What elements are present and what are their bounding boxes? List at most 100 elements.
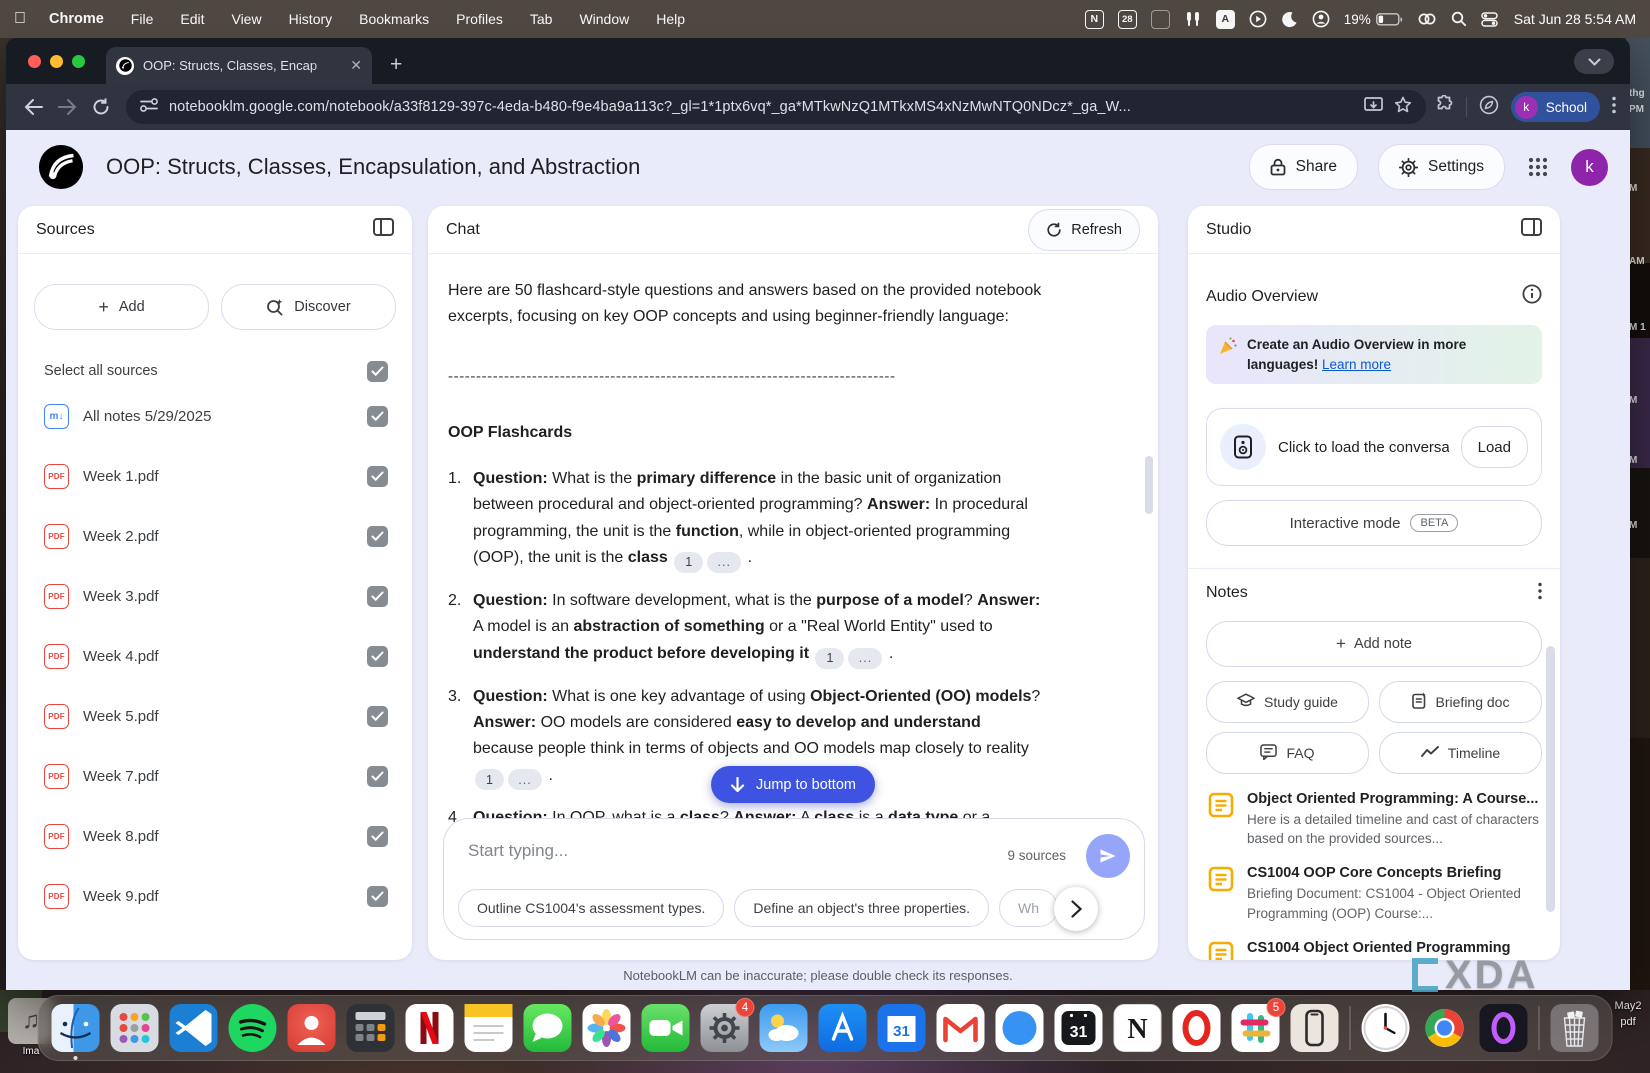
desktop-pdf-file-label[interactable]: May2pdf: [1606, 998, 1650, 1030]
zoom-window-button[interactable]: [72, 55, 85, 68]
source-checkbox[interactable]: [367, 406, 388, 427]
interactive-mode-button[interactable]: Interactive mode BETA: [1206, 500, 1542, 546]
source-row[interactable]: PDFWeek 8.pdf: [34, 806, 396, 866]
citation-chip[interactable]: 1: [815, 648, 844, 669]
url-text[interactable]: notebooklm.google.com/notebook/a33f8129-…: [169, 99, 1353, 115]
menubar-item-view[interactable]: View: [231, 11, 261, 27]
tool-timeline-button[interactable]: Timeline: [1379, 732, 1542, 774]
play-status-icon[interactable]: [1249, 9, 1267, 29]
source-row[interactable]: PDFWeek 1.pdf: [34, 446, 396, 506]
close-window-button[interactable]: [28, 55, 41, 68]
notebooklm-logo[interactable]: [38, 144, 84, 190]
chat-scrollbar-thumb[interactable]: [1145, 456, 1153, 514]
source-checkbox[interactable]: [367, 766, 388, 787]
dock-launchpad-icon[interactable]: [111, 1004, 159, 1052]
tab-search-chevron-button[interactable]: [1574, 49, 1614, 74]
source-checkbox[interactable]: [367, 646, 388, 667]
dock-photos-icon[interactable]: [583, 1004, 631, 1052]
source-row[interactable]: PDFWeek 4.pdf: [34, 626, 396, 686]
dock-netflix-icon[interactable]: [406, 1004, 454, 1052]
dock-calculator-icon[interactable]: [347, 1004, 395, 1052]
source-row[interactable]: PDFWeek 3.pdf: [34, 566, 396, 626]
user-status-icon[interactable]: [1312, 9, 1330, 29]
new-tab-button[interactable]: +: [390, 51, 402, 79]
dock-safari-icon[interactable]: [996, 1004, 1044, 1052]
google-apps-grid-icon[interactable]: [1525, 154, 1551, 180]
dock-spotify-icon[interactable]: [229, 1004, 277, 1052]
dock-facetime-icon[interactable]: [642, 1004, 690, 1052]
address-bar[interactable]: notebooklm.google.com/notebook/a33f8129-…: [126, 90, 1426, 124]
source-row[interactable]: m↓All notes 5/29/2025: [34, 386, 396, 446]
dock-operaair-icon[interactable]: [1480, 1004, 1528, 1052]
browser-tab[interactable]: OOP: Structs, Classes, Encap ✕: [106, 47, 372, 84]
citation-more-chip[interactable]: ...: [848, 648, 882, 669]
browser-menu-kebab-icon[interactable]: [1612, 96, 1616, 119]
dock-opera-icon[interactable]: [1173, 1004, 1221, 1052]
refresh-chat-button[interactable]: Refresh: [1028, 209, 1140, 251]
learn-more-link[interactable]: Learn more: [1322, 357, 1391, 372]
settings-button[interactable]: Settings: [1378, 144, 1505, 190]
note-list-item[interactable]: CS1004 OOP Core Concepts BriefingBriefin…: [1206, 865, 1542, 922]
source-checkbox[interactable]: [367, 886, 388, 907]
install-app-icon[interactable]: [1364, 97, 1383, 118]
back-button[interactable]: [16, 90, 50, 124]
dock-vscode-icon[interactable]: [170, 1004, 218, 1052]
reload-button[interactable]: [84, 90, 118, 124]
dock-appstore-icon[interactable]: [819, 1004, 867, 1052]
menubar-item-file[interactable]: File: [131, 11, 154, 27]
source-row[interactable]: PDFWeek 7.pdf: [34, 746, 396, 806]
source-row[interactable]: PDFWeek 9.pdf: [34, 866, 396, 926]
collapse-studio-icon[interactable]: [1521, 218, 1542, 241]
dock-trash-icon[interactable]: [1551, 1004, 1599, 1052]
site-info-icon[interactable]: [140, 97, 158, 117]
dock-gmail-icon[interactable]: [937, 1004, 985, 1052]
dock-messages-icon[interactable]: [524, 1004, 572, 1052]
menubar-item-bookmarks[interactable]: Bookmarks: [359, 11, 429, 27]
dock-finder-icon[interactable]: [52, 1004, 100, 1052]
menubar-clock[interactable]: Sat Jun 28 5:54 AM: [1514, 11, 1636, 27]
minimize-window-button[interactable]: [50, 55, 63, 68]
citation-more-chip[interactable]: ...: [707, 552, 741, 573]
dock-weather-icon[interactable]: [760, 1004, 808, 1052]
add-source-button[interactable]: + Add: [34, 284, 209, 330]
source-checkbox[interactable]: [367, 826, 388, 847]
load-button[interactable]: Load: [1461, 426, 1528, 468]
jump-to-bottom-button[interactable]: Jump to bottom: [711, 766, 875, 803]
menubar-item-tab[interactable]: Tab: [530, 11, 553, 27]
source-checkbox[interactable]: [367, 706, 388, 727]
share-button[interactable]: Share: [1249, 144, 1358, 190]
tool-study-button[interactable]: Study guide: [1206, 681, 1369, 723]
source-checkbox[interactable]: [367, 466, 388, 487]
dock-slack-icon[interactable]: 5: [1232, 1004, 1280, 1052]
tool-briefing-button[interactable]: Briefing doc: [1379, 681, 1542, 723]
discover-sources-button[interactable]: Discover: [221, 284, 396, 330]
keyboard-layout-icon[interactable]: A: [1216, 10, 1235, 29]
audio-overview-info-icon[interactable]: [1522, 284, 1542, 309]
dock-calendar-icon[interactable]: 31: [1055, 1004, 1103, 1052]
tab-close-icon[interactable]: ✕: [350, 57, 362, 74]
select-all-checkbox[interactable]: [367, 361, 388, 382]
source-row[interactable]: PDFWeek 2.pdf: [34, 506, 396, 566]
energy-saver-leaf-icon[interactable]: [1479, 95, 1499, 120]
menubar-item-chrome[interactable]: Chrome: [49, 11, 104, 27]
suggestion-chip[interactable]: Wh: [999, 889, 1058, 927]
tool-faq-button[interactable]: FAQ: [1206, 732, 1369, 774]
browser-profile-button[interactable]: k School: [1511, 92, 1600, 122]
collapse-sources-icon[interactable]: [373, 218, 394, 241]
menubar-item-history[interactable]: History: [289, 11, 333, 27]
suggestion-chip[interactable]: Outline CS1004's assessment types.: [458, 889, 724, 927]
dock-chrome-icon[interactable]: [1421, 1004, 1469, 1052]
citation-chip[interactable]: 1: [674, 552, 703, 573]
notion-status-icon[interactable]: N: [1085, 10, 1104, 29]
hotspot-link-icon[interactable]: [1417, 9, 1437, 29]
source-checkbox[interactable]: [367, 586, 388, 607]
dock-settings-icon[interactable]: 4: [701, 1004, 749, 1052]
sidebar-status-icon[interactable]: [1151, 10, 1170, 29]
more-suggestions-button[interactable]: [1054, 887, 1098, 931]
source-row[interactable]: PDFWeek 5.pdf: [34, 686, 396, 746]
airpods-status-icon[interactable]: [1184, 9, 1202, 29]
source-checkbox[interactable]: [367, 526, 388, 547]
dock-photobooth-icon[interactable]: [288, 1004, 336, 1052]
apple-menu-icon[interactable]: : [14, 10, 26, 28]
account-avatar[interactable]: k: [1571, 149, 1608, 186]
